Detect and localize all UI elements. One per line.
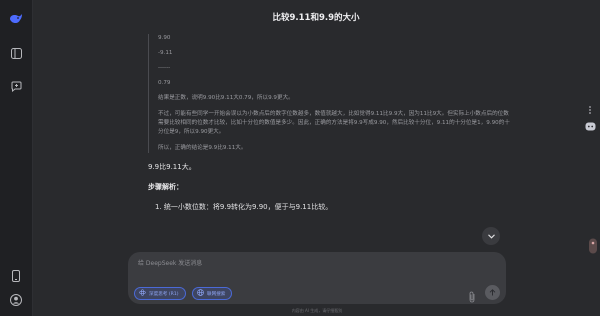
think-summary-final: 所以，正确的结论是9.9比9.11大。 bbox=[158, 145, 247, 151]
step-item: 1. 统一小数位数：将9.9转化为9.90，便于与9.11比较。 bbox=[155, 203, 333, 211]
floating-helper-icon[interactable] bbox=[588, 238, 598, 254]
arrow-up-icon bbox=[489, 289, 496, 296]
globe-icon bbox=[197, 289, 204, 298]
think-summary: 不过，可能有些同学一开始会误以为小数点后的数字位数越多，数值就越大，比如觉得9.… bbox=[158, 111, 510, 135]
dots-icon[interactable] bbox=[584, 104, 596, 116]
thinking-process: 9.90 -9.11 ------ 0.79 结果是正数，说明9.90比9.11… bbox=[148, 34, 510, 153]
deepseek-whale-logo-icon[interactable] bbox=[8, 11, 24, 27]
message-composer: 深度思考 (R1) 联网搜索 bbox=[128, 252, 506, 304]
web-search-label: 联网搜索 bbox=[207, 291, 226, 297]
page-title: 比较9.11和9.9的大小 bbox=[272, 13, 360, 23]
atom-icon bbox=[139, 289, 146, 298]
scroll-to-bottom-button[interactable] bbox=[482, 227, 500, 245]
calc-line: 0.79 bbox=[158, 80, 171, 86]
think-conclusion: 结果是正数，说明9.90比9.11大0.79，所以9.9更大。 bbox=[158, 95, 294, 101]
mobile-app-icon[interactable] bbox=[8, 268, 24, 284]
deep-think-toggle[interactable]: 深度思考 (R1) bbox=[134, 287, 186, 300]
ai-disclaimer: 内容由 AI 生成，请仔细甄别 bbox=[291, 308, 343, 313]
calc-line: 9.90 bbox=[158, 35, 171, 41]
assistant-bot-icon[interactable] bbox=[584, 120, 596, 132]
toggle-sidebar-icon[interactable] bbox=[8, 45, 24, 61]
message-input[interactable] bbox=[138, 257, 438, 269]
calc-line: ------ bbox=[158, 65, 171, 71]
answer-text: 9.9比9.11大。 bbox=[148, 163, 196, 171]
chevron-down-icon bbox=[487, 233, 495, 239]
attachment-icon[interactable] bbox=[468, 288, 478, 303]
sidebar bbox=[0, 0, 33, 316]
chat-message: 9.90 -9.11 ------ 0.79 结果是正数，说明9.90比9.11… bbox=[148, 34, 510, 212]
send-button[interactable] bbox=[485, 285, 500, 300]
calc-line: -9.11 bbox=[158, 50, 173, 56]
steps-heading: 步骤解析： bbox=[148, 183, 183, 191]
new-chat-icon[interactable] bbox=[8, 78, 24, 94]
deep-think-label: 深度思考 (R1) bbox=[149, 291, 179, 297]
web-search-toggle[interactable]: 联网搜索 bbox=[192, 287, 233, 300]
user-avatar-icon[interactable] bbox=[8, 292, 24, 308]
